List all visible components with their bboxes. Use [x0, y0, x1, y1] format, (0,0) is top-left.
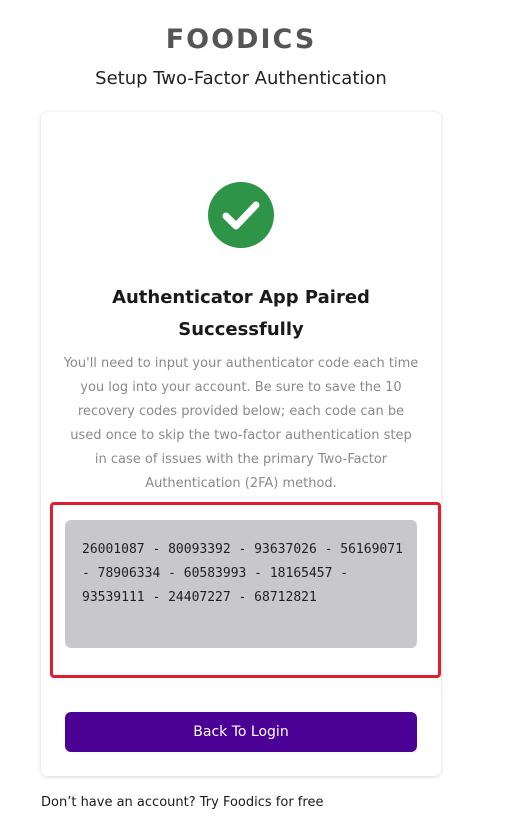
page-title: Setup Two-Factor Authentication [95, 68, 387, 89]
success-heading: Authenticator App Paired Successfully [112, 287, 370, 340]
back-to-login-button[interactable]: Back To Login [65, 712, 417, 752]
recovery-codes-highlight [50, 502, 441, 678]
try-foodics-link[interactable]: Try Foodics for free [200, 795, 324, 810]
signup-prompt-text: Don’t have an account? [41, 795, 196, 810]
check-circle-icon [208, 182, 274, 248]
success-description: You'll need to input your authenticator … [63, 356, 419, 491]
foodics-logo: FOODICS [165, 24, 317, 55]
signup-prompt: Don’t have an account? Try Foodics for f… [41, 795, 323, 810]
